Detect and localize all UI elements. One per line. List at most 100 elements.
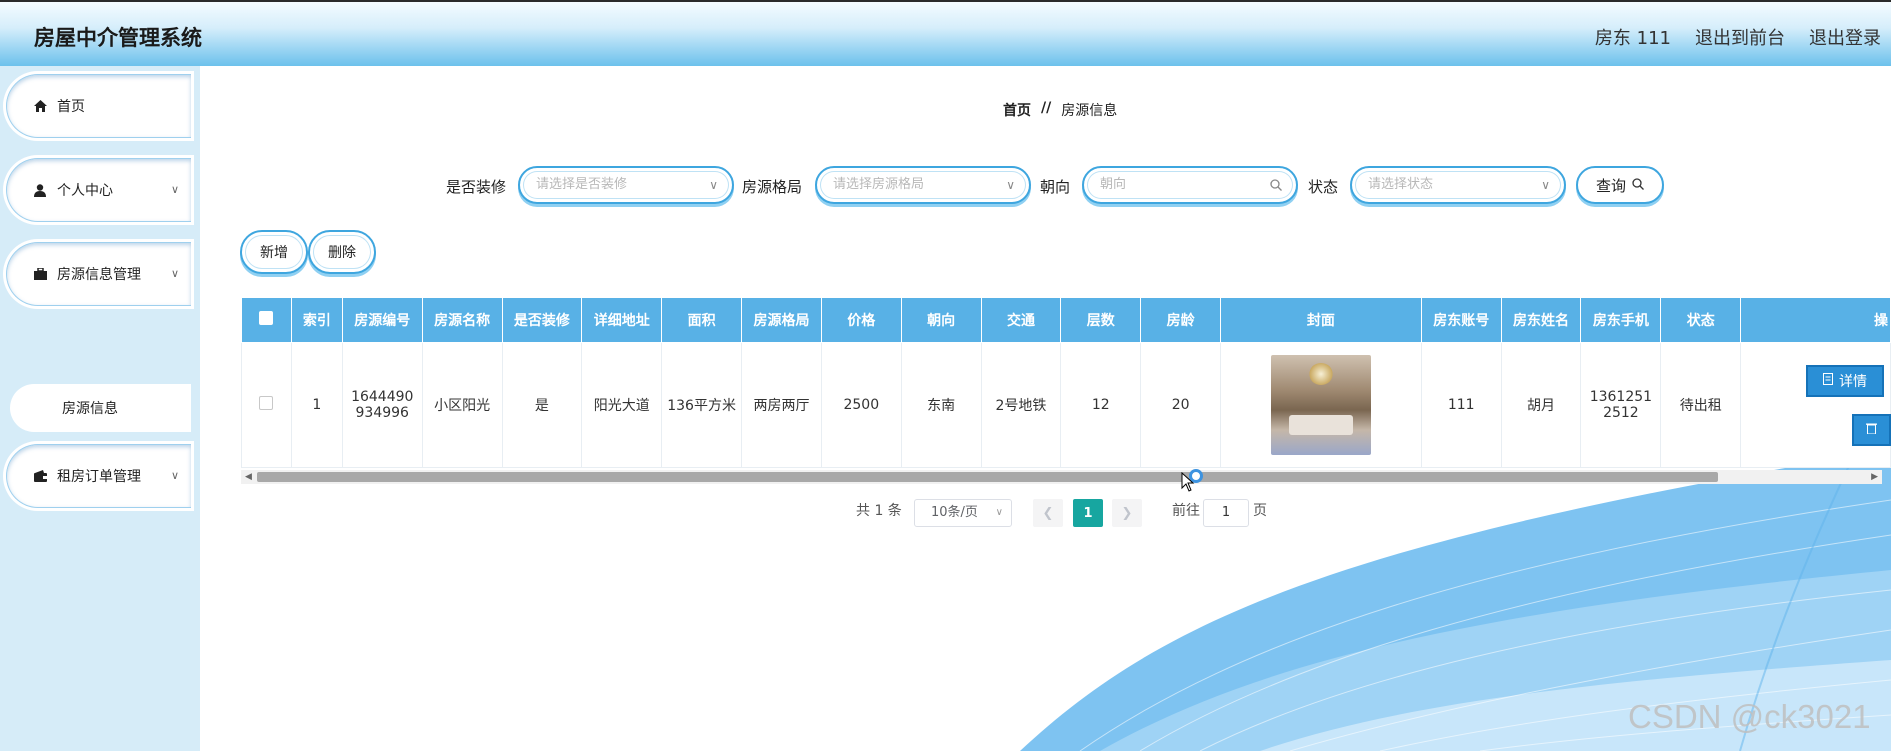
cell-area: 136平方米	[661, 342, 743, 468]
header-actions: 房东 111 退出到前台 退出登录	[1595, 24, 1881, 50]
sidebar-item-label: 个人中心	[57, 183, 113, 199]
page-size-value: 10条/页	[931, 505, 978, 520]
breadcrumb: 首页 // 房源信息	[1003, 100, 1117, 120]
sidebar-item-label: 房源信息管理	[57, 267, 141, 283]
decorated-select-placeholder: 请选择是否装修	[536, 177, 628, 192]
cell-layout: 两房两厅	[741, 342, 822, 468]
table-row: 1 1644490934996 小区阳光 是 阳光大道 136平方米 两房两厅 …	[241, 342, 1891, 468]
status-select-placeholder: 请选择状态	[1368, 177, 1434, 192]
cell-floors: 12	[1060, 342, 1142, 468]
home-icon	[33, 99, 47, 113]
select-all-checkbox[interactable]	[259, 311, 274, 325]
sidebar-item-listing-management[interactable]: 房源信息管理 ∨	[6, 242, 191, 306]
prev-page-button[interactable]: ❮	[1033, 499, 1063, 527]
sidebar-subitem-listing-info[interactable]: 房源信息	[10, 384, 191, 432]
cell-actions	[1740, 342, 1891, 468]
sidebar-subitem-label: 房源信息	[62, 401, 118, 417]
breadcrumb-separator: //	[1041, 100, 1052, 116]
breadcrumb-current: 房源信息	[1061, 103, 1118, 119]
column-header: 状态	[1660, 297, 1742, 343]
sidebar-item-home[interactable]: 首页	[6, 74, 191, 138]
query-button[interactable]: 查询	[1576, 166, 1664, 204]
table-header-row: 索引 房源编号 房源名称 是否装修 详细地址 面积 房源格局 价格 朝向 交通 …	[241, 297, 1891, 343]
cover-image	[1270, 355, 1371, 455]
scroll-left-icon[interactable]: ◀	[245, 470, 252, 484]
sidebar: 首页 个人中心 ∨ 房源信息管理 ∨ 房源信息 租房订单管理 ∨	[0, 66, 200, 751]
trash-icon	[1866, 422, 1877, 438]
layout-filter-label: 房源格局	[742, 178, 803, 196]
row-select-cell[interactable]	[241, 342, 292, 468]
column-header: 房源编号	[341, 297, 423, 343]
scroll-right-icon[interactable]: ▶	[1871, 470, 1878, 484]
status-filter-label: 状态	[1308, 178, 1339, 196]
cell-owner-phone: 13612512512	[1580, 342, 1662, 468]
detail-button[interactable]: 详情	[1806, 365, 1884, 397]
column-header: 房源名称	[421, 297, 503, 343]
layout-select-placeholder: 请选择房源格局	[833, 177, 925, 192]
cell-age: 20	[1140, 342, 1222, 468]
column-header: 面积	[661, 297, 743, 343]
cell-cover	[1220, 342, 1422, 468]
column-header: 是否装修	[501, 297, 583, 343]
decorated-select[interactable]: 请选择是否装修 ∨	[518, 166, 734, 204]
document-icon	[1823, 373, 1833, 389]
page-suffix-label: 页	[1253, 503, 1267, 519]
select-all-cell[interactable]	[241, 297, 292, 343]
exit-to-front-link[interactable]: 退出到前台	[1695, 24, 1785, 50]
watermark-text: CSDN @ck3021	[1628, 698, 1871, 735]
chevron-down-icon: ∨	[170, 183, 179, 196]
decorated-filter-label: 是否装修	[446, 178, 507, 196]
cell-address: 阳光大道	[581, 342, 663, 468]
column-header: 层数	[1060, 297, 1142, 343]
column-header: 房源格局	[741, 297, 822, 343]
next-page-button[interactable]: ❯	[1112, 499, 1142, 527]
column-header: 朝向	[900, 297, 982, 343]
column-header: 操	[1740, 297, 1891, 343]
column-header: 交通	[980, 297, 1062, 343]
breadcrumb-home[interactable]: 首页	[1003, 100, 1031, 120]
column-header: 房东账号	[1420, 297, 1502, 343]
table-horizontal-scrollbar[interactable]: ◀ ▶	[241, 470, 1882, 484]
goto-page-input[interactable]: 1	[1203, 499, 1249, 527]
sidebar-item-label: 租房订单管理	[57, 469, 141, 485]
sidebar-item-personal-center[interactable]: 个人中心 ∨	[6, 158, 191, 222]
row-delete-button[interactable]	[1852, 414, 1891, 446]
detail-button-label: 详情	[1839, 374, 1867, 390]
logout-link[interactable]: 退出登录	[1809, 24, 1881, 50]
column-header: 房东手机	[1580, 297, 1662, 343]
cell-status: 待出租	[1660, 342, 1742, 468]
orientation-input[interactable]: 朝向	[1082, 166, 1298, 204]
page-size-select[interactable]: 10条/页 ∨	[914, 499, 1012, 527]
row-checkbox[interactable]	[259, 396, 274, 410]
column-header: 索引	[290, 297, 343, 343]
page-number-current[interactable]: 1	[1073, 499, 1103, 527]
delete-button[interactable]: 删除	[308, 230, 376, 274]
chevron-left-icon: ❮	[1042, 505, 1054, 521]
top-header: 房屋中介管理系统 房东 111 退出到前台 退出登录	[0, 0, 1891, 66]
cell-orientation: 东南	[900, 342, 982, 468]
chevron-down-icon: ∨	[709, 178, 718, 192]
status-select[interactable]: 请选择状态 ∨	[1350, 166, 1566, 204]
user-icon	[33, 183, 47, 197]
search-icon	[1632, 176, 1644, 194]
layout-select[interactable]: 请选择房源格局 ∨	[815, 166, 1031, 204]
column-header: 价格	[820, 297, 902, 343]
chevron-down-icon: ∨	[170, 267, 179, 280]
cell-code: 1644490934996	[341, 342, 423, 468]
chevron-down-icon: ∨	[995, 507, 1003, 518]
scrollbar-thumb[interactable]	[257, 472, 1718, 482]
chevron-down-icon: ∨	[1541, 178, 1550, 192]
cell-owner-account: 111	[1420, 342, 1502, 468]
column-header: 房龄	[1140, 297, 1222, 343]
sidebar-item-label: 首页	[57, 99, 85, 115]
cell-price: 2500	[820, 342, 902, 468]
add-button[interactable]: 新增	[240, 230, 308, 274]
sidebar-item-rental-orders[interactable]: 租房订单管理 ∨	[6, 444, 191, 508]
listing-table: 索引 房源编号 房源名称 是否装修 详细地址 面积 房源格局 价格 朝向 交通 …	[241, 297, 1891, 485]
column-header: 封面	[1220, 297, 1422, 343]
query-button-label: 查询	[1595, 176, 1626, 195]
cell-index: 1	[290, 342, 343, 468]
briefcase-icon	[33, 267, 47, 281]
chevron-down-icon: ∨	[170, 469, 179, 482]
goto-label: 前往	[1172, 503, 1200, 519]
